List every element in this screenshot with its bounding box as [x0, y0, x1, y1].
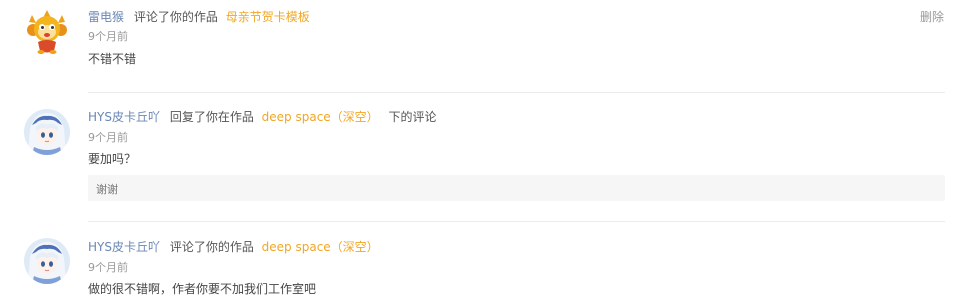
timestamp: 9个月前 — [88, 261, 128, 274]
comment-item: HYS皮卡丘吖 评论了你的作品 deep space（深空） 9个月前 做的很不… — [0, 222, 971, 300]
anime-girl-icon — [24, 109, 70, 155]
action-suffix: 下的评论 — [388, 110, 437, 124]
timestamp: 9个月前 — [88, 131, 128, 144]
comment-item: HYS皮卡丘吖 回复了你在作品 deep space（深空） 下的评论 9个月前… — [0, 93, 971, 221]
username-link[interactable]: 雷电猴 — [88, 10, 124, 24]
username-link[interactable]: HYS皮卡丘吖 — [88, 240, 160, 254]
username-link[interactable]: HYS皮卡丘吖 — [88, 110, 160, 124]
delete-button[interactable]: 删除 — [920, 9, 944, 25]
action-text: 评论了你的作品 — [169, 240, 254, 254]
avatar[interactable] — [24, 238, 70, 284]
timestamp: 9个月前 — [88, 30, 128, 43]
avatar[interactable] — [24, 9, 70, 55]
comment-header: HYS皮卡丘吖 回复了你在作品 deep space（深空） 下的评论 — [88, 109, 437, 125]
work-link[interactable]: deep space（深空） — [262, 240, 379, 254]
anime-girl-icon — [24, 238, 70, 284]
quoted-comment: 谢谢 — [88, 175, 945, 201]
comment-content: 要加吗？ — [88, 152, 137, 166]
monkey-mascot-icon — [27, 10, 67, 54]
comment-item: 雷电猴 评论了你的作品 母亲节贺卡模板 删除 9个月前 不错不错 — [0, 0, 971, 92]
comment-content: 做的很不错啊，作者你要不加我们工作室吧 — [88, 282, 317, 296]
action-text: 回复了你在作品 — [169, 110, 254, 124]
work-link[interactable]: 母亲节贺卡模板 — [226, 10, 310, 24]
action-text: 评论了你的作品 — [133, 10, 218, 24]
work-link[interactable]: deep space（深空） — [262, 110, 379, 124]
quoted-text: 谢谢 — [96, 183, 118, 196]
comment-header: HYS皮卡丘吖 评论了你的作品 deep space（深空） — [88, 239, 379, 255]
avatar[interactable] — [24, 109, 70, 155]
comment-header: 雷电猴 评论了你的作品 母亲节贺卡模板 — [88, 9, 310, 25]
comment-content: 不错不错 — [88, 52, 137, 66]
